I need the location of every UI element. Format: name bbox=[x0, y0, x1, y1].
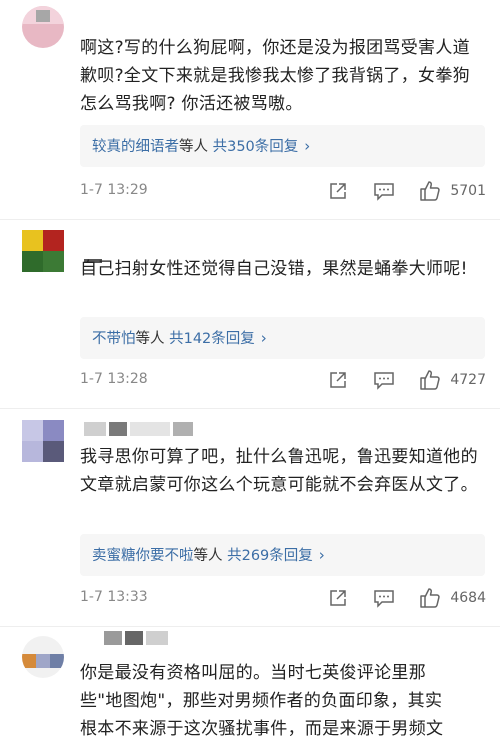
share-icon[interactable] bbox=[326, 368, 350, 392]
reply-count[interactable]: 共269条回复 bbox=[227, 548, 313, 564]
like-count: 4684 bbox=[450, 590, 486, 606]
comment-text: 自己扫射女性还觉得自己没错，果然是蛹拳大师呢! bbox=[80, 259, 468, 279]
thumbs-up-icon[interactable] bbox=[418, 368, 442, 392]
comment-text-line: 根本不来源于这次骚扰事件，而是来源于男频文 bbox=[80, 719, 444, 739]
divider bbox=[0, 626, 500, 627]
divider bbox=[0, 408, 500, 409]
reply-mid: 等人 bbox=[135, 331, 165, 347]
like-count: 4727 bbox=[450, 372, 486, 388]
share-icon[interactable] bbox=[326, 179, 350, 203]
chevron-right-icon: › bbox=[318, 546, 325, 564]
comment-actions: 4727 bbox=[326, 368, 486, 392]
comment-icon[interactable] bbox=[372, 179, 396, 203]
reply-count[interactable]: 共142条回复 bbox=[169, 331, 255, 347]
reply-summary[interactable]: 卖蜜糖你要不啦等人 共269条回复 › bbox=[80, 534, 485, 576]
reply-mid: 等人 bbox=[193, 548, 223, 564]
like-count: 5701 bbox=[450, 183, 486, 199]
chevron-right-icon: › bbox=[304, 137, 311, 155]
comment-text-line: 你是最没有资格叫屈的。当时七英俊评论里那 bbox=[80, 663, 426, 683]
comment-text: 你是最没有资格叫屈的。当时七英俊评论里那 些"地图炮"，那些对男频作者的负面印象… bbox=[80, 659, 485, 743]
comment-actions: 5701 bbox=[326, 179, 486, 203]
comment-icon[interactable] bbox=[372, 368, 396, 392]
comment-time: 1-7 13:29 bbox=[80, 182, 148, 198]
reply-summary[interactable]: 不带怕等人 共142条回复 › bbox=[80, 317, 485, 359]
reply-names[interactable]: 卖蜜糖你要不啦 bbox=[92, 548, 194, 564]
comment-text-line: 些"地图炮"，那些对男频作者的负面印象，其实 bbox=[80, 691, 443, 711]
reply-summary[interactable]: 较真的细语者等人 共350条回复 › bbox=[80, 125, 485, 167]
reply-count[interactable]: 共350条回复 bbox=[213, 139, 299, 155]
thumbs-up-icon[interactable] bbox=[418, 586, 442, 610]
comment-icon[interactable] bbox=[372, 586, 396, 610]
avatar[interactable] bbox=[22, 636, 64, 678]
reply-names[interactable]: 不带怕 bbox=[92, 331, 136, 347]
reply-names[interactable]: 较真的细语者 bbox=[92, 139, 179, 155]
thumbs-up-icon[interactable] bbox=[418, 179, 442, 203]
username-blurred bbox=[84, 421, 196, 437]
comment-time: 1-7 13:33 bbox=[80, 589, 148, 605]
avatar[interactable] bbox=[22, 6, 64, 48]
share-icon[interactable] bbox=[326, 586, 350, 610]
comment-actions: 4684 bbox=[326, 586, 486, 610]
comment-time: 1-7 13:28 bbox=[80, 371, 148, 387]
comment-text: 我寻思你可算了吧，扯什么鲁迅呢，鲁迅要知道他的文章就启蒙可你这么个玩意可能就不会… bbox=[80, 447, 478, 495]
chevron-right-icon: › bbox=[260, 329, 267, 347]
divider bbox=[0, 219, 500, 220]
comment-text: 啊这?写的什么狗屁啊，你还是没为报团骂受害人道歉呗?全文下来就是我惨我太惨了我背… bbox=[80, 38, 470, 114]
reply-mid: 等人 bbox=[179, 139, 208, 155]
avatar[interactable] bbox=[22, 420, 64, 462]
avatar[interactable] bbox=[22, 230, 64, 272]
username-blurred bbox=[104, 630, 171, 646]
